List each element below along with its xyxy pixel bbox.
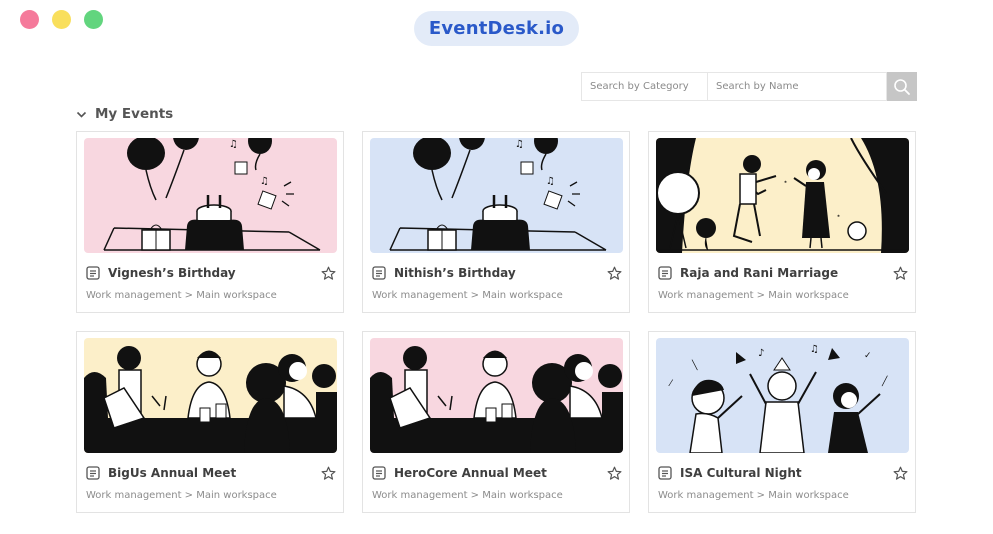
event-card[interactable]: ╲ ♪ ♫ ✓ ╱ ⁄ ISA Cultural Night Work managem… [648, 331, 916, 513]
event-name[interactable]: Vignesh’s Birthday [108, 266, 321, 280]
document-icon [372, 466, 386, 480]
window-minimize-button[interactable] [52, 10, 71, 29]
document-icon [372, 266, 386, 280]
event-illustration: ♫ ♫ [370, 138, 623, 253]
star-icon[interactable] [321, 466, 336, 481]
event-illustration: ♫ ♫ [84, 138, 337, 253]
celebration-crowd-illustration: ╲♪ ♫✓ ╱⁄ [656, 338, 909, 453]
event-card[interactable]: BigUs Annual Meet Work management > Main… [76, 331, 344, 513]
svg-text:╲: ╲ [691, 359, 698, 371]
event-path: Work management > Main workspace [86, 290, 277, 301]
event-illustration: ﹡ ﹡ [656, 138, 909, 253]
section-title: My Events [95, 106, 174, 122]
svg-text:﹡: ﹡ [781, 179, 790, 189]
event-name[interactable]: HeroCore Annual Meet [394, 466, 607, 480]
event-path: Work management > Main workspace [658, 290, 849, 301]
star-icon[interactable] [893, 466, 908, 481]
svg-text:♫: ♫ [260, 176, 269, 187]
event-card[interactable]: ♫ ♫ Nithish’s Birthday Work management > … [362, 131, 630, 313]
svg-text:♫: ♫ [546, 176, 555, 187]
event-path: Work management > Main workspace [658, 490, 849, 501]
search-icon [894, 78, 910, 95]
my-events-header[interactable]: My Events [76, 106, 173, 122]
event-path: Work management > Main workspace [372, 290, 563, 301]
event-name[interactable]: BigUs Annual Meet [108, 466, 321, 480]
event-illustration [370, 338, 623, 453]
meeting-table-illustration [84, 338, 337, 453]
star-icon[interactable] [607, 466, 622, 481]
star-icon[interactable] [893, 266, 908, 281]
svg-text:♫: ♫ [515, 139, 524, 150]
svg-text:♪: ♪ [758, 348, 764, 359]
svg-text:╱: ╱ [881, 375, 888, 387]
chevron-down-icon [76, 111, 87, 118]
event-name[interactable]: Raja and Rani Marriage [680, 266, 893, 280]
event-card[interactable]: ♫ ♫ Vignesh’s Birthday Work management > … [76, 131, 344, 313]
search-name-input[interactable] [707, 72, 887, 101]
event-illustration [84, 338, 337, 453]
svg-text:♫: ♫ [810, 344, 819, 355]
event-path: Work management > Main workspace [372, 490, 563, 501]
event-name[interactable]: ISA Cultural Night [680, 466, 893, 480]
event-name[interactable]: Nithish’s Birthday [394, 266, 607, 280]
event-card[interactable]: HeroCore Annual Meet Work management > M… [362, 331, 630, 513]
window-maximize-button[interactable] [84, 10, 103, 29]
document-icon [658, 466, 672, 480]
document-icon [86, 266, 100, 280]
birthday-party-illustration: ♫♫ [84, 138, 337, 253]
search-bar [581, 72, 917, 101]
document-icon [658, 266, 672, 280]
search-button[interactable] [887, 72, 917, 101]
search-category-input[interactable] [581, 72, 707, 101]
svg-text:✓: ✓ [864, 351, 872, 361]
event-card[interactable]: ﹡ ﹡ Raja and Rani Marriage Work managemen… [648, 131, 916, 313]
star-icon[interactable] [321, 266, 336, 281]
stage-couple-illustration: ﹡﹡ [656, 138, 909, 253]
star-icon[interactable] [607, 266, 622, 281]
event-illustration: ╲ ♪ ♫ ✓ ╱ ⁄ [656, 338, 909, 453]
app-title: EventDesk.io [414, 11, 579, 46]
svg-text:﹡: ﹡ [834, 213, 843, 223]
meeting-table-illustration [370, 338, 623, 453]
window-close-button[interactable] [20, 10, 39, 29]
document-icon [86, 466, 100, 480]
birthday-party-illustration: ♫♫ [370, 138, 623, 253]
event-path: Work management > Main workspace [86, 490, 277, 501]
svg-text:♫: ♫ [229, 139, 238, 150]
